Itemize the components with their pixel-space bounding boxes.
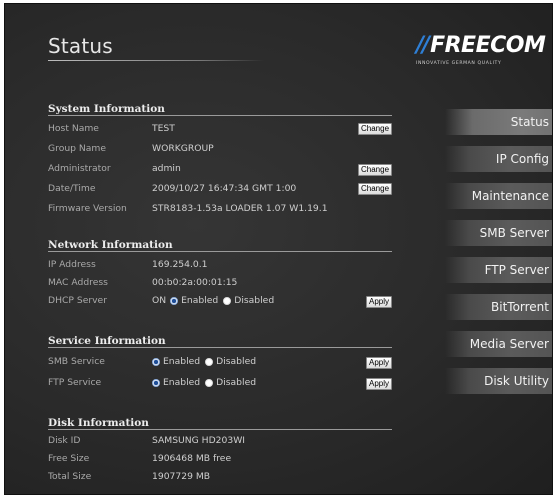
host-name-value: TEST [152,123,175,134]
datetime-label: Date/Time [48,183,96,194]
ftp-disabled-label: Disabled [216,377,257,388]
network-information-header: Network Information [48,239,392,252]
disk-id-value: SAMSUNG HD203WI [152,435,245,446]
group-name-label: Group Name [48,143,106,154]
administrator-value: admin [152,163,181,174]
host-name-change-button[interactable]: Change [358,123,392,135]
ftp-service-label: FTP Service [48,377,102,388]
disk-id-label: Disk ID [48,435,81,446]
ftp-enabled-radio[interactable] [152,379,160,387]
nav-item-status[interactable]: Status [445,109,552,135]
mac-address-value: 00:b0:2a:00:01:15 [152,277,238,288]
mac-address-row: MAC Address 00:b0:2a:00:01:15 [48,275,392,291]
firmware-row: Firmware Version STR8183-1.53a LOADER 1.… [48,201,392,217]
ftp-enabled-label: Enabled [163,377,201,388]
datetime-value: 2009/10/27 16:47:34 GMT 1:00 [152,183,297,194]
smb-enabled-label: Enabled [163,356,201,367]
dhcp-on-label: ON [152,295,167,306]
nav-item-disk-utility[interactable]: Disk Utility [445,368,552,394]
nav-item-bittorrent[interactable]: BitTorrent [445,294,552,320]
nav-item-maintenance[interactable]: Maintenance [445,183,552,209]
ip-address-value: 169.254.0.1 [152,259,208,270]
free-size-value: 1906468 MB free [152,453,232,464]
firmware-label: Firmware Version [48,203,127,214]
dhcp-server-row: DHCP Server ON Enabled Disabled Apply [48,293,392,309]
logo-name: FREECOM [430,33,546,58]
logo-tagline: INNOVATIVE GERMAN QUALITY [416,61,502,66]
total-size-label: Total Size [48,471,92,482]
nav-item-media-server[interactable]: Media Server [445,331,552,357]
dhcp-enabled-radio[interactable] [170,297,179,305]
dhcp-apply-button[interactable]: Apply [366,296,392,308]
smb-disabled-radio[interactable] [205,358,214,366]
nav-item-ftp-server[interactable]: FTP Server [445,257,552,283]
free-size-label: Free Size [48,453,90,464]
disk-information-header: Disk Information [48,417,392,430]
ip-address-label: IP Address [48,259,96,270]
nav-item-ip-config[interactable]: IP Config [445,146,552,172]
datetime-row: Date/Time 2009/10/27 16:47:34 GMT 1:00 C… [48,181,392,197]
freecom-logo: //FREECOM INNOVATIVE GERMAN QUALITY [416,33,546,66]
smb-enabled-radio[interactable] [152,358,160,366]
host-name-label: Host Name [48,123,99,134]
mac-address-label: MAC Address [48,277,108,288]
group-name-row: Group Name WORKGROUP [48,141,392,157]
smb-service-row: SMB Service Enabled Disabled Apply [48,354,392,370]
ftp-radio-group: Enabled Disabled [152,375,261,391]
dhcp-radio-group: ON Enabled Disabled [152,293,279,309]
dhcp-disabled-label: Disabled [234,295,275,306]
disk-id-row: Disk ID SAMSUNG HD203WI [48,433,392,449]
total-size-row: Total Size 1907729 MB [48,469,392,485]
group-name-value: WORKGROUP [152,143,214,154]
logo-bars-icon: // [416,33,430,58]
smb-radio-group: Enabled Disabled [152,354,261,370]
nav-item-smb-server[interactable]: SMB Server [445,220,552,246]
ftp-apply-button[interactable]: Apply [366,378,392,390]
total-size-value: 1907729 MB [152,471,211,482]
title-underline [48,60,264,61]
main-window: Status //FREECOM INNOVATIVE GERMAN QUALI… [4,3,553,495]
administrator-label: Administrator [48,163,111,174]
dhcp-server-label: DHCP Server [48,295,107,306]
dhcp-enabled-label: Enabled [181,295,219,306]
firmware-value: STR8183-1.53a LOADER 1.07 W1.19.1 [152,203,328,214]
host-name-row: Host Name TEST Change [48,121,392,137]
ftp-service-row: FTP Service Enabled Disabled Apply [48,375,392,391]
free-size-row: Free Size 1906468 MB free [48,451,392,467]
page-title: Status [48,34,113,58]
ip-address-row: IP Address 169.254.0.1 [48,257,392,273]
service-information-header: Service Information [48,335,392,348]
dhcp-disabled-radio[interactable] [223,297,232,305]
smb-disabled-label: Disabled [216,356,257,367]
smb-apply-button[interactable]: Apply [366,357,392,369]
administrator-change-button[interactable]: Change [358,164,392,176]
datetime-change-button[interactable]: Change [358,183,392,195]
logo-wordmark: //FREECOM [416,33,546,59]
system-information-header: System Information [48,103,392,116]
administrator-row: Administrator admin Change [48,161,392,177]
ftp-disabled-radio[interactable] [205,379,214,387]
smb-service-label: SMB Service [48,356,105,367]
